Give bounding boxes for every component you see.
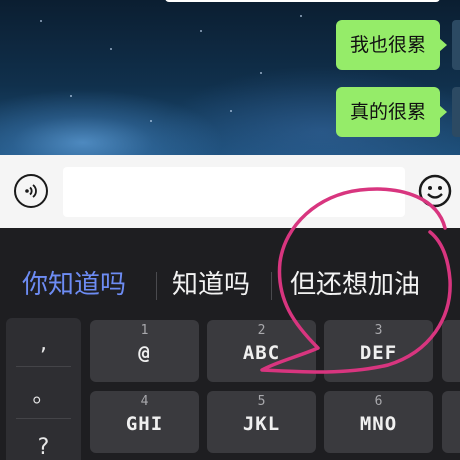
input-bar <box>0 155 460 228</box>
punctuation-key-period[interactable]: 。 <box>6 376 81 416</box>
key-letters: MNO <box>359 413 398 435</box>
voice-button[interactable] <box>14 174 48 208</box>
punctuation-column: , 。 ? <box>6 318 81 460</box>
key-number: 3 <box>374 323 383 338</box>
message-bubble[interactable]: 真的很累 <box>335 87 448 137</box>
key-6[interactable]: 6 MNO <box>324 391 433 453</box>
chat-area: 我也很累 真的很累 <box>0 0 460 155</box>
message-text: 我也很累 <box>349 34 426 56</box>
key-number: 6 <box>374 394 383 409</box>
key-number: 4 <box>140 394 149 409</box>
punctuation-key-question[interactable]: ? <box>6 428 81 460</box>
key-letters: DEF <box>359 342 398 364</box>
candidate-divider <box>271 272 272 300</box>
key-delete[interactable] <box>442 320 460 382</box>
key-4[interactable]: 4 GHI <box>90 391 199 453</box>
message-text: 真的很累 <box>349 101 426 123</box>
key-1[interactable]: 1 @ <box>90 320 199 382</box>
key-clear[interactable] <box>442 391 460 453</box>
candidate-word[interactable]: 知道吗 <box>172 268 250 302</box>
voice-icon <box>25 184 37 198</box>
key-number: 2 <box>257 323 266 338</box>
divider <box>16 366 71 367</box>
key-letters: GHI <box>125 413 164 435</box>
avatar[interactable] <box>452 20 460 70</box>
emoji-button[interactable] <box>418 174 452 208</box>
message-bubble[interactable]: 我也很累 <box>335 20 448 70</box>
key-letters: ABC <box>242 342 281 364</box>
punctuation-key-comma[interactable]: , <box>6 324 81 364</box>
divider <box>16 418 71 419</box>
keyboard: 你知道吗 知道吗 但还想加油 , 。 ? 1 @ 2 ABC 3 DEF 4 G… <box>0 228 460 460</box>
candidate-divider <box>156 272 157 300</box>
key-letters: JKL <box>242 413 281 435</box>
key-letters: @ <box>138 342 151 364</box>
partial-message-bubble[interactable] <box>165 0 440 2</box>
key-3[interactable]: 3 DEF <box>324 320 433 382</box>
key-number: 1 <box>140 323 149 338</box>
message-input[interactable] <box>63 167 405 217</box>
candidate-bar: 你知道吗 知道吗 但还想加油 <box>0 228 460 314</box>
key-5[interactable]: 5 JKL <box>207 391 316 453</box>
key-2[interactable]: 2 ABC <box>207 320 316 382</box>
candidate-word[interactable]: 但还想加油 <box>290 268 420 302</box>
avatar[interactable] <box>452 87 460 137</box>
candidate-word[interactable]: 你知道吗 <box>22 268 126 302</box>
emoji-icon <box>418 174 452 208</box>
key-number: 5 <box>257 394 266 409</box>
